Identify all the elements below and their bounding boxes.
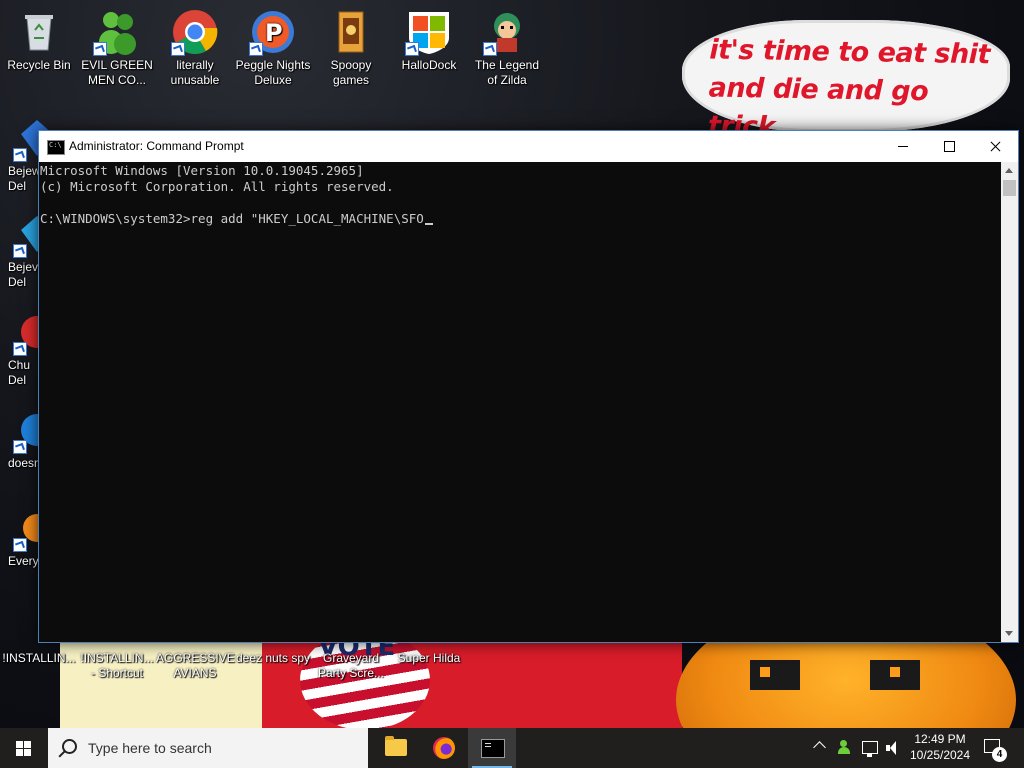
- shortcut-arrow-icon: [171, 42, 185, 56]
- svg-text:P: P: [265, 19, 283, 47]
- desktop-icon-evil-green-men[interactable]: EVIL GREEN MEN CO...: [78, 4, 156, 88]
- shortcut-arrow-icon: [93, 42, 107, 56]
- shortcut-arrow-icon: [13, 440, 27, 454]
- recycle-bin-icon: [15, 8, 63, 56]
- zilda-icon: [483, 8, 531, 56]
- desktop-icon-peggle-nights[interactable]: P Peggle Nights Deluxe: [234, 4, 312, 88]
- shortcut-arrow-icon: [13, 244, 27, 258]
- desktop-icon-hallodock[interactable]: HalloDock: [390, 4, 468, 73]
- pumpkin-eyes: [750, 660, 920, 690]
- peggle-icon: P: [249, 8, 297, 56]
- console-prompt-line[interactable]: C:\WINDOWS\system32>reg add "HKEY_LOCAL_…: [40, 211, 1001, 227]
- taskbar-clock[interactable]: 12:49 PM 10/25/2024: [906, 731, 974, 763]
- console-line: (c) Microsoft Corporation. All rights re…: [40, 179, 394, 194]
- window-titlebar[interactable]: Administrator: Command Prompt: [39, 131, 1018, 162]
- console-output[interactable]: Microsoft Windows [Version 10.0.19045.29…: [39, 162, 1001, 643]
- desktop-icon-recycle-bin[interactable]: Recycle Bin: [0, 4, 78, 73]
- windows-start-icon: [16, 741, 32, 756]
- minimize-button[interactable]: [880, 131, 926, 162]
- command-prompt-icon: [481, 739, 505, 758]
- games-folder-icon: [327, 8, 375, 56]
- search-icon: [62, 739, 77, 754]
- desktop-icon-deez-nuts-spy[interactable]: deez nuts spy: [234, 651, 312, 666]
- shortcut-arrow-icon: [13, 342, 27, 356]
- show-hidden-icons-chevron-icon[interactable]: [813, 741, 826, 754]
- clock-time: 12:49 PM: [914, 732, 966, 746]
- taskbar-search-box[interactable]: Type here to search: [48, 728, 368, 768]
- green-men-icon: [93, 8, 141, 56]
- console-input[interactable]: C:\WINDOWS\system32>reg add "HKEY_LOCAL_…: [40, 211, 424, 226]
- desktop-icon-installing[interactable]: !INSTALLIN...: [0, 651, 78, 666]
- console-line: Microsoft Windows [Version 10.0.19045.29…: [40, 163, 364, 178]
- close-button[interactable]: [972, 131, 1018, 162]
- taskbar: Type here to search 12:49 PM 10/25/2024 …: [0, 728, 1024, 768]
- scroll-down-button[interactable]: [1001, 625, 1018, 642]
- shortcut-arrow-icon: [405, 42, 419, 56]
- desktop-icon-spoopy-games[interactable]: Spoopy games: [312, 4, 390, 88]
- command-prompt-window[interactable]: Administrator: Command Prompt Microsoft …: [38, 130, 1019, 643]
- volume-icon[interactable]: [886, 740, 904, 756]
- vertical-scrollbar[interactable]: [1001, 162, 1018, 642]
- start-button[interactable]: [0, 728, 48, 768]
- command-prompt-icon: [47, 140, 65, 155]
- file-explorer-icon: [385, 736, 407, 756]
- action-center-button[interactable]: 4: [978, 728, 1014, 768]
- window-title: Administrator: Command Prompt: [69, 139, 244, 153]
- shortcut-arrow-icon: [13, 148, 27, 162]
- windows-logo-icon: [405, 8, 453, 56]
- desktop-icon-super-hilda[interactable]: Super Hilda: [390, 651, 468, 666]
- clock-date: 10/25/2024: [909, 748, 971, 762]
- search-placeholder: Type here to search: [88, 740, 212, 756]
- desktop-icon-literally-unusable[interactable]: literally unusable: [156, 4, 234, 88]
- desktop-icon-graveyard-party[interactable]: Graveyard Party Scre...: [312, 651, 390, 681]
- scroll-thumb[interactable]: [1003, 180, 1016, 196]
- shortcut-arrow-icon: [249, 42, 263, 56]
- firefox-icon: [433, 737, 455, 759]
- taskbar-command-prompt[interactable]: [468, 728, 516, 768]
- chrome-icon: [171, 8, 219, 56]
- maximize-button[interactable]: [926, 131, 972, 162]
- scroll-up-button[interactable]: [1001, 162, 1018, 179]
- shortcut-arrow-icon: [483, 42, 497, 56]
- shortcut-arrow-icon: [13, 538, 27, 552]
- desktop-icon-aggressive-avians[interactable]: AGGRESSIVE AVIANS: [156, 651, 235, 681]
- people-icon[interactable]: [838, 740, 854, 756]
- taskbar-file-explorer[interactable]: [372, 728, 420, 768]
- desktop-icon-legend-of-zilda[interactable]: The Legend of Zilda: [468, 4, 546, 88]
- taskbar-firefox[interactable]: [420, 728, 468, 768]
- notification-count-badge: 4: [992, 747, 1007, 762]
- desktop-icon-installing-shortcut[interactable]: !INSTALLIN... - Shortcut: [78, 651, 156, 681]
- network-icon[interactable]: [862, 741, 878, 757]
- text-cursor: [424, 223, 433, 225]
